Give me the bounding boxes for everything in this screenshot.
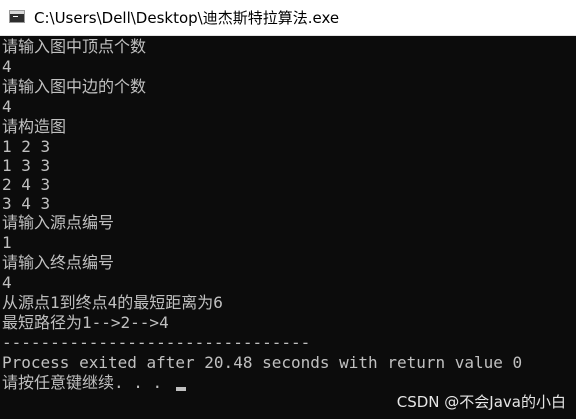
console-line: 3 4 3: [2, 194, 51, 213]
console-line: 4: [2, 57, 12, 76]
console-line: 请构造图: [2, 117, 67, 136]
separator-line: --------------------------------: [2, 333, 311, 352]
process-exit-line: Process exited after 20.48 seconds with …: [2, 353, 523, 372]
console-line: 4: [2, 273, 12, 292]
console-line: 1 3 3: [2, 156, 51, 175]
window-title: C:\Users\Dell\Desktop\迪杰斯特拉算法.exe: [34, 9, 340, 27]
console-line: 请输入源点编号: [2, 213, 115, 232]
console-line: 从源点1到终点4的最短距离为6: [2, 293, 223, 312]
prompt-text: 请按任意键继续. . .: [2, 373, 172, 392]
text-cursor: [175, 387, 186, 391]
console-line: 4: [2, 97, 12, 116]
console-line: 请输入图中顶点个数: [2, 37, 147, 56]
console-line: 1 2 3: [2, 137, 51, 156]
console-line: 请输入终点编号: [2, 253, 115, 272]
console-window: C:\Users\Dell\Desktop\迪杰斯特拉算法.exe 请输入图中顶…: [0, 0, 576, 419]
console-line: 1: [2, 233, 12, 252]
title-bar[interactable]: C:\Users\Dell\Desktop\迪杰斯特拉算法.exe: [0, 0, 576, 36]
console-line: 最短路径为1-->2-->4: [2, 313, 169, 332]
watermark: CSDN @不会Java的小白: [396, 393, 566, 411]
prompt-line: 请按任意键继续. . .: [2, 373, 576, 393]
console-line: 请输入图中边的个数: [2, 77, 147, 96]
console-app-icon: [9, 10, 25, 23]
console-line: 2 4 3: [2, 175, 51, 194]
console-output[interactable]: 请输入图中顶点个数 4 请输入图中边的个数 4 请构造图 1 2 3 1 3 3…: [0, 36, 576, 419]
